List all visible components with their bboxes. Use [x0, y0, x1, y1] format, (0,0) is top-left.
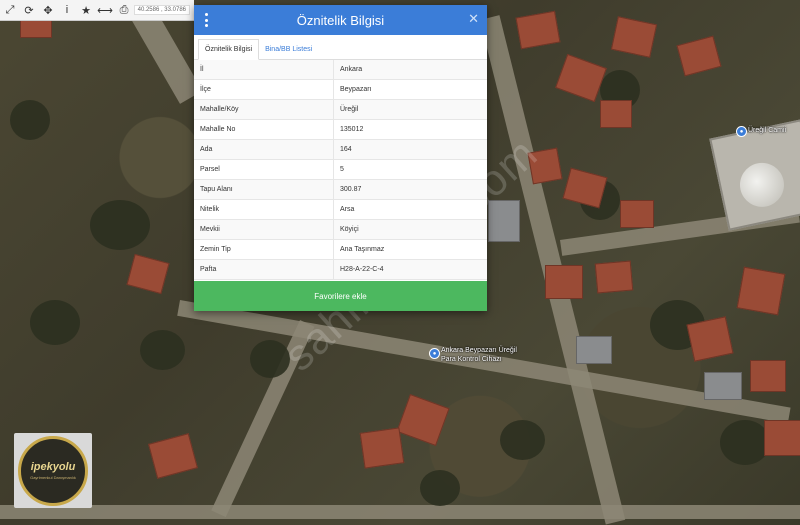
add-to-favorites-button[interactable]: Favorilere ekle	[194, 281, 487, 311]
logo-name: ipekyolu	[30, 461, 76, 473]
refresh-icon[interactable]: ⟳	[20, 1, 38, 19]
mosque-building	[709, 119, 800, 231]
map-toolbar: ⤢ ⟳ ✥ i ★ ⟷ ⎙ 40.2586 , 33.0786	[0, 0, 194, 21]
tab-building-list[interactable]: Bina/BB Listesi	[259, 40, 318, 59]
table-row: Parsel 5	[194, 159, 487, 180]
menu-icon[interactable]	[204, 13, 208, 27]
panel-tabs: Öznitelik Bilgisi Bina/BB Listesi	[194, 35, 487, 60]
device-label: Ankara Beypazarı Üreğil Para Kontrol Cih…	[441, 346, 517, 364]
device-label-line2: Para Kontrol Cihazı	[441, 356, 502, 363]
table-row: Mahalle No 135012	[194, 119, 487, 140]
agency-logo: ipekyolu Gayrimenkul Danışmanlık	[14, 433, 92, 508]
mosque-pin-icon[interactable]: ●	[736, 126, 747, 137]
table-row: Tapu Alanı 300.87	[194, 179, 487, 200]
row-value: H28-A-22-C-4	[333, 259, 487, 280]
row-value: 5	[333, 159, 487, 180]
table-row: Ada 164	[194, 139, 487, 160]
row-key: Ada	[194, 139, 334, 160]
table-row: İl Ankara	[194, 60, 487, 80]
close-icon[interactable]: ✕	[468, 12, 479, 25]
coordinate-readout: 40.2586 , 33.0786	[133, 5, 190, 15]
expand-icon[interactable]: ⤢	[1, 1, 19, 19]
row-value: Köyiçi	[333, 219, 487, 240]
row-key: Mahalle/Köy	[194, 99, 334, 120]
row-key: Tapu Alanı	[194, 179, 334, 200]
attribute-table: İl Ankara İlçe Beypazarı Mahalle/Köy Üreğil…	[194, 60, 487, 280]
logo-badge: ipekyolu Gayrimenkul Danışmanlık	[18, 435, 88, 506]
table-row: Nitelik Arsa	[194, 199, 487, 220]
move-icon[interactable]: ✥	[39, 1, 57, 19]
table-row: Mevkii Köyiçi	[194, 219, 487, 240]
tab-attributes[interactable]: Öznitelik Bilgisi	[198, 39, 260, 60]
row-key: Pafta	[194, 259, 334, 280]
row-value: 164	[333, 139, 487, 160]
device-label-line1: Ankara Beypazarı Üreğil	[441, 347, 517, 354]
table-row: Pafta H28-A-22-C-4	[194, 259, 487, 280]
row-key: Parsel	[194, 159, 334, 180]
row-value: 300.87	[333, 179, 487, 200]
row-value: Ana Taşınmaz	[333, 239, 487, 260]
star-icon[interactable]: ★	[77, 1, 95, 19]
panel-title: Öznitelik Bilgisi	[296, 12, 385, 28]
row-value: Beypazarı	[333, 79, 487, 100]
print-icon[interactable]: ⎙	[115, 1, 133, 19]
row-value: Arsa	[333, 199, 487, 220]
table-row: Zemin Tip Ana Taşınmaz	[194, 239, 487, 260]
attribute-panel: Öznitelik Bilgisi ✕ Öznitelik Bilgisi Bi…	[194, 5, 487, 311]
row-key: Mahalle No	[194, 119, 334, 140]
row-key: Nitelik	[194, 199, 334, 220]
row-value: Üreğil	[333, 99, 487, 120]
device-pin-icon[interactable]: ●	[429, 348, 440, 359]
row-key: Mevkii	[194, 219, 334, 240]
table-row: İlçe Beypazarı	[194, 79, 487, 100]
panel-header: Öznitelik Bilgisi ✕	[194, 5, 487, 35]
mosque-label: Üreğil Camii	[748, 127, 787, 134]
row-key: İl	[194, 60, 334, 80]
row-value: 135012	[333, 119, 487, 140]
row-value: Ankara	[333, 60, 487, 80]
logo-tagline: Gayrimenkul Danışmanlık	[30, 475, 76, 480]
measure-icon[interactable]: ⟷	[96, 1, 114, 19]
table-row: Mahalle/Köy Üreğil	[194, 99, 487, 120]
info-icon[interactable]: i	[58, 1, 76, 19]
row-key: İlçe	[194, 79, 334, 100]
row-key: Zemin Tip	[194, 239, 334, 260]
